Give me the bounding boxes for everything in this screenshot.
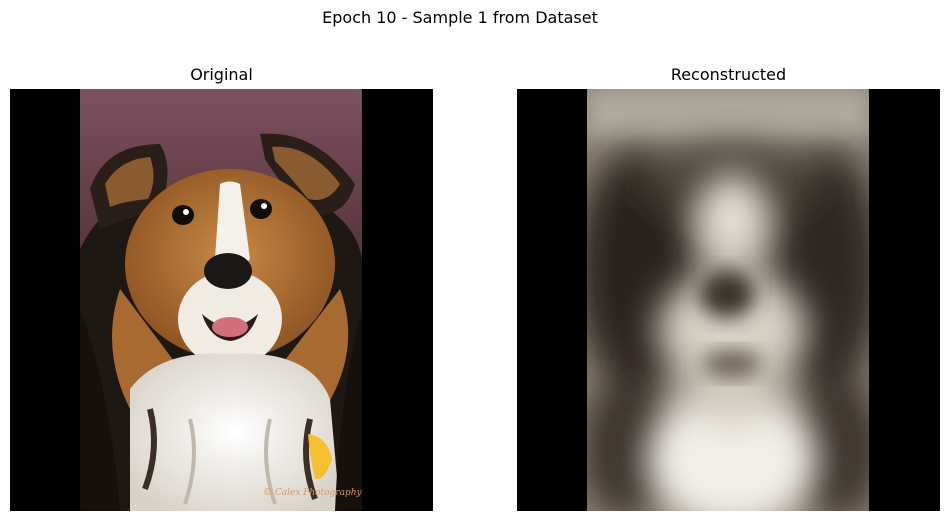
original-dog-photo: © Calex Photography xyxy=(80,89,363,511)
original-image-panel: © Calex Photography xyxy=(10,89,433,511)
reconstructed-image-panel xyxy=(517,89,940,511)
reconstructed-title: Reconstructed xyxy=(670,65,787,84)
original-title: Original xyxy=(190,65,253,84)
figure-title: Epoch 10 - Sample 1 from Dataset xyxy=(322,8,598,27)
reconstructed-blurry-image xyxy=(587,89,869,511)
watermark-text: © Calex Photography xyxy=(263,488,363,498)
